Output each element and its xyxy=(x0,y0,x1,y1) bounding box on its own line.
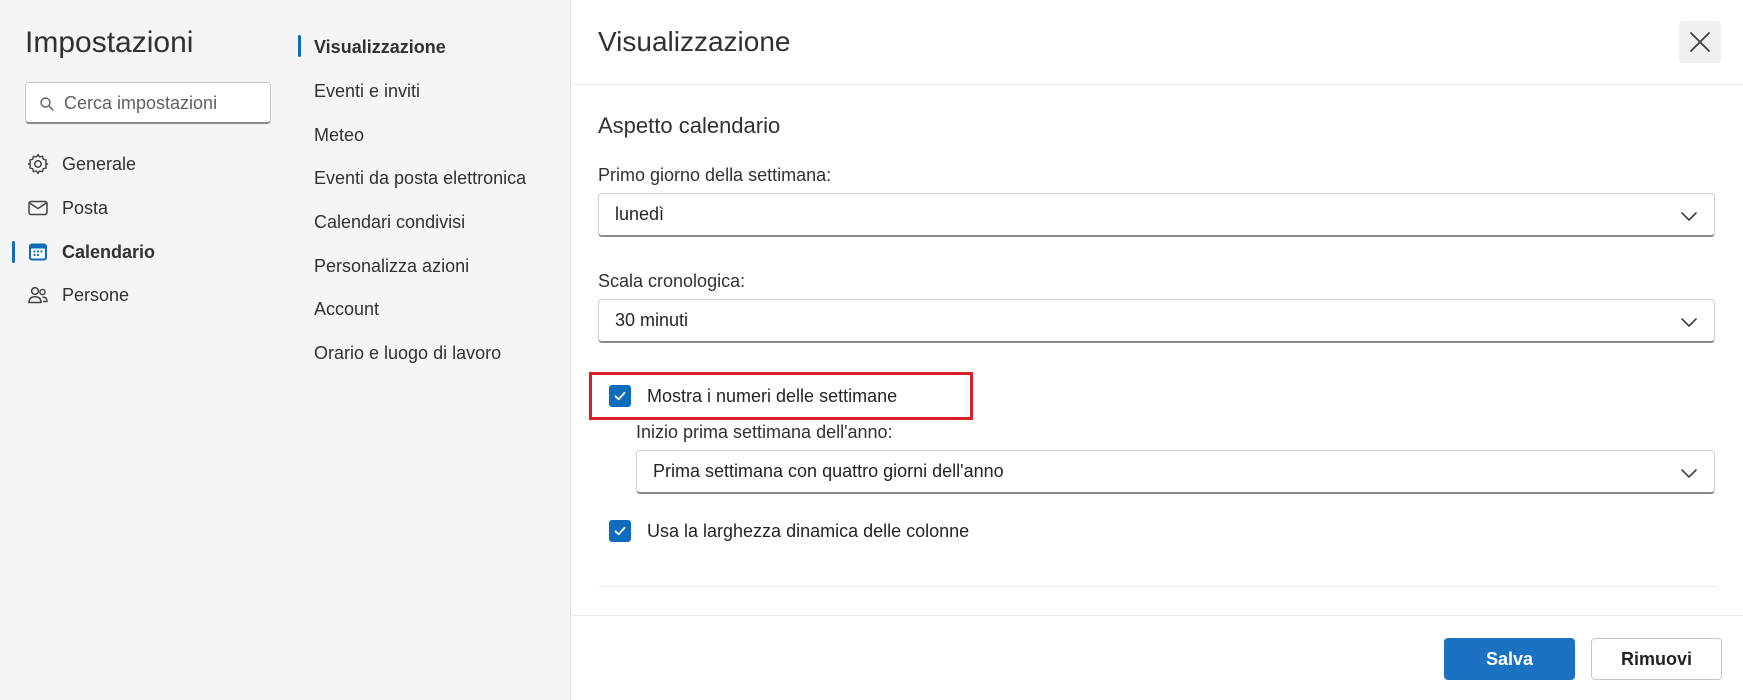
first-week-dropdown[interactable]: Prima settimana con quattro giorni dell'… xyxy=(636,450,1715,494)
people-icon xyxy=(25,282,51,308)
sidebar-item-posta[interactable]: Posta xyxy=(25,190,275,226)
chevron-down-icon xyxy=(1681,212,1697,221)
checkmark-icon xyxy=(614,391,626,401)
time-scale-value: 30 minuti xyxy=(615,310,689,330)
chevron-down-icon xyxy=(1681,318,1697,327)
settings-content-pane xyxy=(571,0,1743,700)
section-title: Aspetto calendario xyxy=(598,113,781,138)
checkmark-icon xyxy=(614,526,626,536)
search-box[interactable] xyxy=(25,82,271,124)
time-scale-dropdown[interactable]: 30 minuti xyxy=(598,299,1715,343)
header-divider xyxy=(572,84,1743,85)
chevron-down-icon xyxy=(1681,469,1697,478)
dynamic-width-label: Usa la larghezza dinamica delle colonne xyxy=(647,520,970,541)
sidebar-item-label: Calendario xyxy=(62,241,156,262)
subnav-item-orario-luogo[interactable]: Orario e luogo di lavoro xyxy=(314,339,501,367)
subnav-item-meteo[interactable]: Meteo xyxy=(314,121,364,149)
remove-button[interactable]: Rimuovi xyxy=(1591,638,1722,680)
subnav-item-visualizzazione[interactable]: Visualizzazione xyxy=(314,33,446,61)
sidebar-item-calendario[interactable]: Calendario xyxy=(25,234,275,270)
show-week-numbers-row[interactable]: Mostra i numeri delle settimane xyxy=(609,385,897,407)
subnav-item-calendari-condivisi[interactable]: Calendari condivisi xyxy=(314,208,465,236)
calendar-icon xyxy=(25,239,51,265)
show-week-numbers-label: Mostra i numeri delle settimane xyxy=(647,385,898,406)
sidebar-item-generale[interactable]: Generale xyxy=(25,146,275,182)
show-week-numbers-checkbox[interactable] xyxy=(609,385,631,407)
sidebar-item-label: Persone xyxy=(62,284,130,305)
app-title: Impostazioni xyxy=(25,26,194,59)
gear-icon xyxy=(25,151,51,177)
sidebar-item-label: Generale xyxy=(62,153,137,174)
sidebar-item-label: Posta xyxy=(62,197,109,218)
save-button[interactable]: Salva xyxy=(1444,638,1575,680)
first-day-label: Primo giorno della settimana: xyxy=(598,165,832,185)
dynamic-width-checkbox[interactable] xyxy=(609,520,631,542)
section-divider xyxy=(598,586,1718,587)
first-week-label: Inizio prima settimana dell'anno: xyxy=(636,422,893,442)
search-icon xyxy=(40,97,54,111)
panel-title: Visualizzazione xyxy=(598,26,791,57)
time-scale-label: Scala cronologica: xyxy=(598,271,746,291)
subnav-item-account[interactable]: Account xyxy=(314,295,379,323)
sidebar-item-persone[interactable]: Persone xyxy=(25,277,275,313)
search-input[interactable] xyxy=(64,91,264,115)
active-nav-indicator xyxy=(12,241,15,263)
dynamic-width-row[interactable]: Usa la larghezza dinamica delle colonne xyxy=(609,520,969,542)
first-day-dropdown[interactable]: lunedì xyxy=(598,193,1715,237)
subnav-item-personalizza-azioni[interactable]: Personalizza azioni xyxy=(314,252,469,280)
first-day-value: lunedì xyxy=(615,204,665,224)
active-subnav-indicator xyxy=(298,35,301,57)
mail-icon xyxy=(25,195,51,221)
footer-divider xyxy=(572,615,1743,616)
close-icon xyxy=(1690,32,1710,52)
subnav-item-eventi-inviti[interactable]: Eventi e inviti xyxy=(314,77,420,105)
first-week-value: Prima settimana con quattro giorni dell'… xyxy=(653,461,1004,481)
close-button[interactable] xyxy=(1679,21,1721,63)
subnav-item-eventi-posta[interactable]: Eventi da posta elettronica xyxy=(314,164,526,192)
